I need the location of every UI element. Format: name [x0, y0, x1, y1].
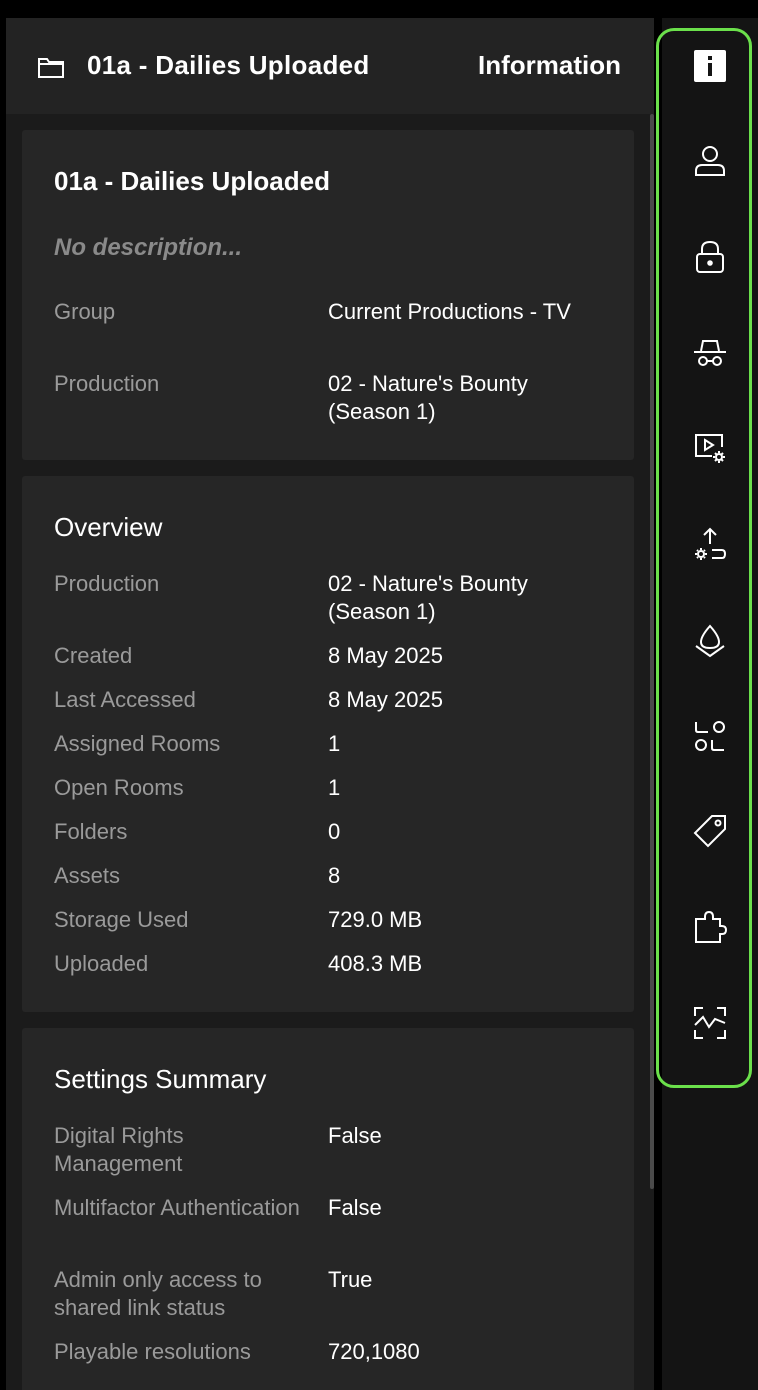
settings-title: Settings Summary: [54, 1064, 267, 1094]
overview-row-label: Production: [54, 571, 160, 596]
scroll-thumb[interactable]: [650, 114, 654, 1189]
settings-row-label: Admin only access to shared link status: [54, 1267, 262, 1320]
scrollbar[interactable]: [650, 114, 654, 1390]
integrations-tab[interactable]: [684, 901, 736, 953]
overview-row-label: Assets: [54, 863, 121, 888]
settings-card: Settings Summary Digital Rights Manageme…: [22, 1028, 634, 1390]
overview-row-value: 0: [328, 819, 341, 844]
overview-row-value: 8 May 2025: [328, 687, 443, 712]
upload-settings-icon: [695, 527, 727, 560]
options-tab[interactable]: [684, 710, 736, 762]
info-row-label: Group: [54, 299, 116, 324]
watermark-icon: [695, 624, 725, 658]
user-icon: [695, 146, 725, 176]
security-tab[interactable]: [684, 231, 736, 283]
overview-title: Overview: [54, 512, 163, 542]
overview-row-label: Assigned Rooms: [54, 731, 221, 756]
settings-row-label: Playable resolutions: [54, 1339, 251, 1364]
overview-row-label: Open Rooms: [54, 775, 184, 800]
tag-icon: [693, 815, 726, 848]
info-row-label: Production: [54, 371, 160, 396]
overview-row-label: Last Accessed: [54, 687, 196, 712]
overview-row-label: Folders: [54, 819, 128, 844]
panel-header: 01a - Dailies Uploaded Information: [6, 18, 654, 114]
overview-row-value: 8: [328, 863, 341, 888]
overview-row-value: 1: [328, 731, 341, 756]
overview-row-value: 8 May 2025: [328, 643, 443, 668]
settings-row-value: False: [328, 1195, 382, 1220]
main-panel: 01a - Dailies Uploaded Information 01a -…: [6, 18, 654, 1390]
info-card-title: 01a - Dailies Uploaded: [54, 166, 330, 196]
panel-label: Information: [478, 50, 621, 80]
settings-row-value: 720,1080: [328, 1339, 420, 1364]
info-icon: [694, 50, 726, 82]
overview-row-value: 1: [328, 775, 341, 800]
overview-row-label: Uploaded: [54, 951, 149, 976]
users-tab[interactable]: [684, 135, 736, 187]
overview-row-value: 408.3 MB: [328, 951, 423, 976]
settings-row-label: Multifactor Authentication: [54, 1195, 300, 1220]
settings-row-value: False: [328, 1123, 382, 1148]
overview-card: Overview Production 02 - Nature's Bounty…: [22, 476, 634, 1012]
overview-row-value: 02 - Nature's Bounty (Season 1): [328, 571, 528, 624]
info-tab[interactable]: [684, 40, 736, 92]
settings-row-value: True: [328, 1267, 373, 1292]
watermark-tab[interactable]: [684, 614, 736, 666]
upload-settings-tab[interactable]: [684, 518, 736, 570]
info-row-value: 02 - Nature's Bounty (Season 1): [328, 371, 528, 424]
activity-tab[interactable]: [684, 997, 736, 1049]
puzzle-icon: [695, 910, 728, 943]
tags-tab[interactable]: [684, 805, 736, 857]
overview-row-label: Created: [54, 643, 133, 668]
lock-icon: [696, 240, 724, 273]
activity-icon: [694, 1007, 726, 1039]
folder-icon: [38, 58, 64, 78]
settings-row-label: Digital Rights Management: [54, 1123, 184, 1176]
overview-row-value: 729.0 MB: [328, 907, 423, 932]
info-row-value: Current Productions - TV: [328, 299, 571, 324]
folder-title: 01a - Dailies Uploaded: [87, 50, 370, 80]
privacy-tab[interactable]: [684, 327, 736, 379]
incognito-icon: [694, 340, 726, 366]
video-settings-icon: [695, 434, 725, 463]
overview-row-label: Storage Used: [54, 907, 189, 932]
options-icon: [695, 721, 725, 751]
info-card: 01a - Dailies Uploaded No description...…: [22, 130, 634, 460]
description[interactable]: No description...: [54, 232, 242, 264]
playback-settings-tab[interactable]: [684, 422, 736, 474]
